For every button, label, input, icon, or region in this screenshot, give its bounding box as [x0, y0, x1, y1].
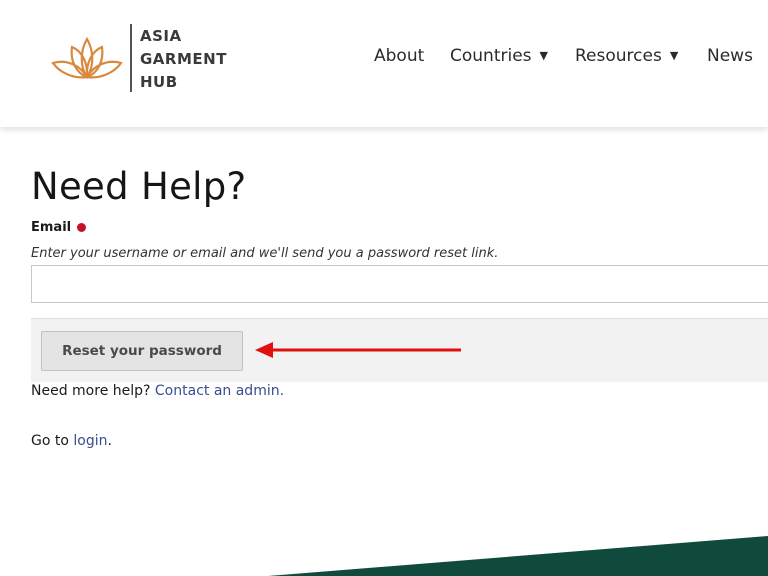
contact-admin-link[interactable]: Contact an admin.: [155, 383, 284, 399]
email-label: Email: [31, 220, 87, 235]
goto-prefix: Go to: [31, 433, 69, 449]
nav-item-label: About: [374, 46, 425, 66]
brand-line-1: ASIA: [140, 27, 182, 45]
annotation-arrow-icon: [255, 342, 461, 358]
footer-band: [268, 536, 768, 576]
goto-login-text: Go to login.: [31, 433, 112, 449]
required-indicator-icon: [77, 223, 87, 232]
chevron-down-icon: ▼: [669, 49, 679, 62]
goto-suffix: .: [107, 433, 112, 449]
help-prefix: Need more help?: [31, 383, 151, 399]
site-header: ASIA GARMENT HUB About Countries ▼ Resour…: [0, 0, 768, 127]
page-title: Need Help?: [31, 165, 247, 208]
logo-divider: [130, 24, 132, 92]
reset-password-button[interactable]: Reset your password: [41, 331, 243, 371]
brand-line-3: HUB: [140, 73, 178, 91]
nav-item-resources[interactable]: Resources ▼: [575, 46, 678, 66]
chevron-down-icon: ▼: [539, 49, 548, 62]
nav-item-news[interactable]: News: [707, 46, 753, 66]
email-description: Enter your username or email and we'll s…: [31, 246, 499, 261]
nav-item-label: Resources: [575, 46, 662, 66]
nav-item-countries[interactable]: Countries ▼: [450, 46, 548, 66]
help-text: Need more help? Contact an admin.: [31, 383, 284, 399]
site-logo[interactable]: ASIA GARMENT HUB: [45, 18, 235, 98]
main-content: Need Help? Email Enter your username or …: [0, 127, 768, 576]
nav-item-about[interactable]: About: [374, 46, 424, 66]
nav-item-label: News: [707, 46, 753, 66]
lotus-logo-icon: [51, 36, 123, 79]
email-field[interactable]: [31, 265, 768, 303]
login-link[interactable]: login: [73, 433, 107, 449]
email-label-text: Email: [31, 220, 72, 235]
brand-line-2: GARMENT: [140, 50, 227, 68]
brand-name: ASIA GARMENT HUB: [140, 25, 227, 94]
nav-item-label: Countries: [450, 46, 532, 66]
